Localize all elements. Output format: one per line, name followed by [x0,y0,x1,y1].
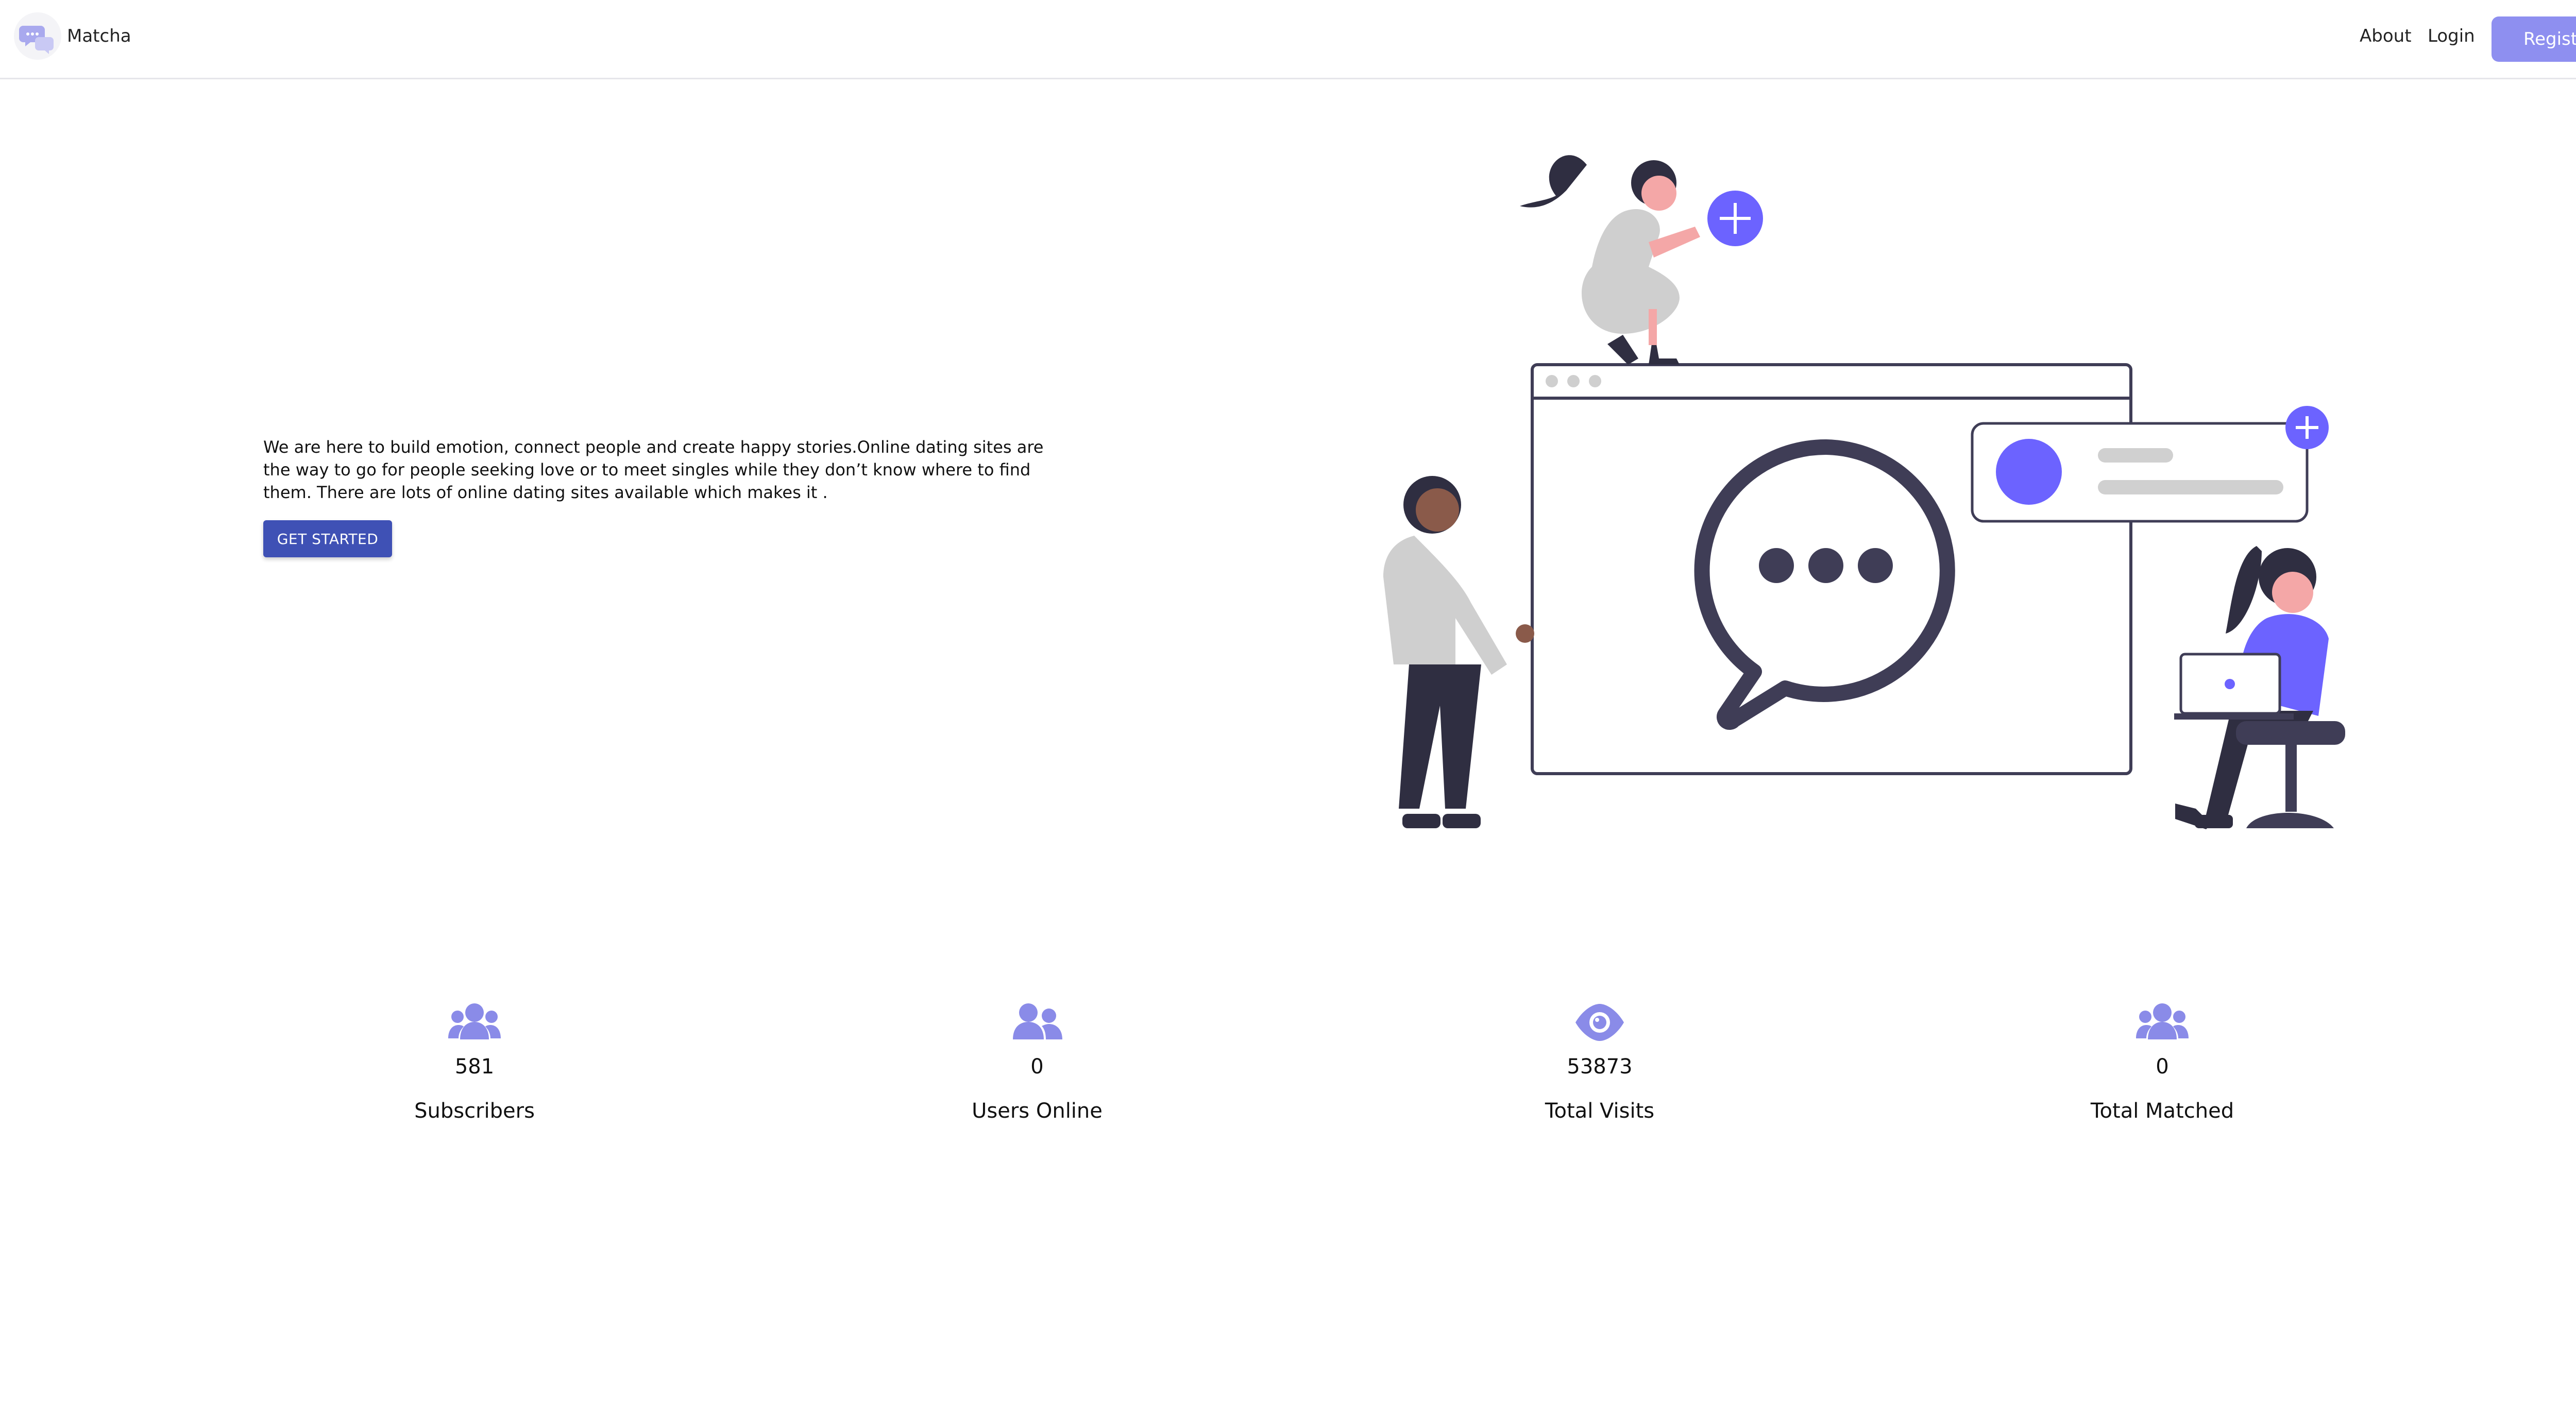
stat-users-online: 0 Users Online [908,999,1166,1123]
chat-window-people-illustration [1383,155,2345,829]
woman-top-figure [1520,155,1763,365]
users-icon [2134,999,2191,1046]
get-started-button[interactable]: GET STARTED [263,520,392,557]
hero-description: We are here to build emotion, connect pe… [263,437,1044,502]
nav-login-link[interactable]: Login [2428,26,2475,46]
brand-name: Matcha [67,26,131,46]
eye-icon [1571,999,1628,1046]
stat-total-visits: 53873 Total Visits [1471,999,1728,1123]
users-icon [446,999,503,1046]
woman-sitting-figure [2174,546,2345,829]
stat-value: 53873 [1567,1055,1633,1079]
stat-label: Total Visits [1545,1099,1655,1123]
profile-card-graphic [1971,406,2329,523]
stat-total-matched: 0 Total Matched [2033,999,2291,1123]
chat-bubbles-icon [19,26,54,54]
stat-label: Subscribers [414,1099,535,1123]
stat-value: 0 [2156,1055,2169,1079]
stat-value: 0 [1030,1055,1044,1079]
stat-label: Users Online [972,1099,1103,1123]
user-friends-icon [1009,999,1065,1046]
stat-value: 581 [454,1055,495,1079]
register-button[interactable]: Register [2492,16,2576,62]
app-logo[interactable] [14,12,61,60]
top-navbar: Matcha About Login Register [0,0,2576,79]
stat-label: Total Matched [2090,1099,2234,1123]
nav-about-link[interactable]: About [2360,26,2412,46]
stat-subscribers: 581 Subscribers [346,999,603,1123]
man-standing-figure [1383,476,1534,828]
